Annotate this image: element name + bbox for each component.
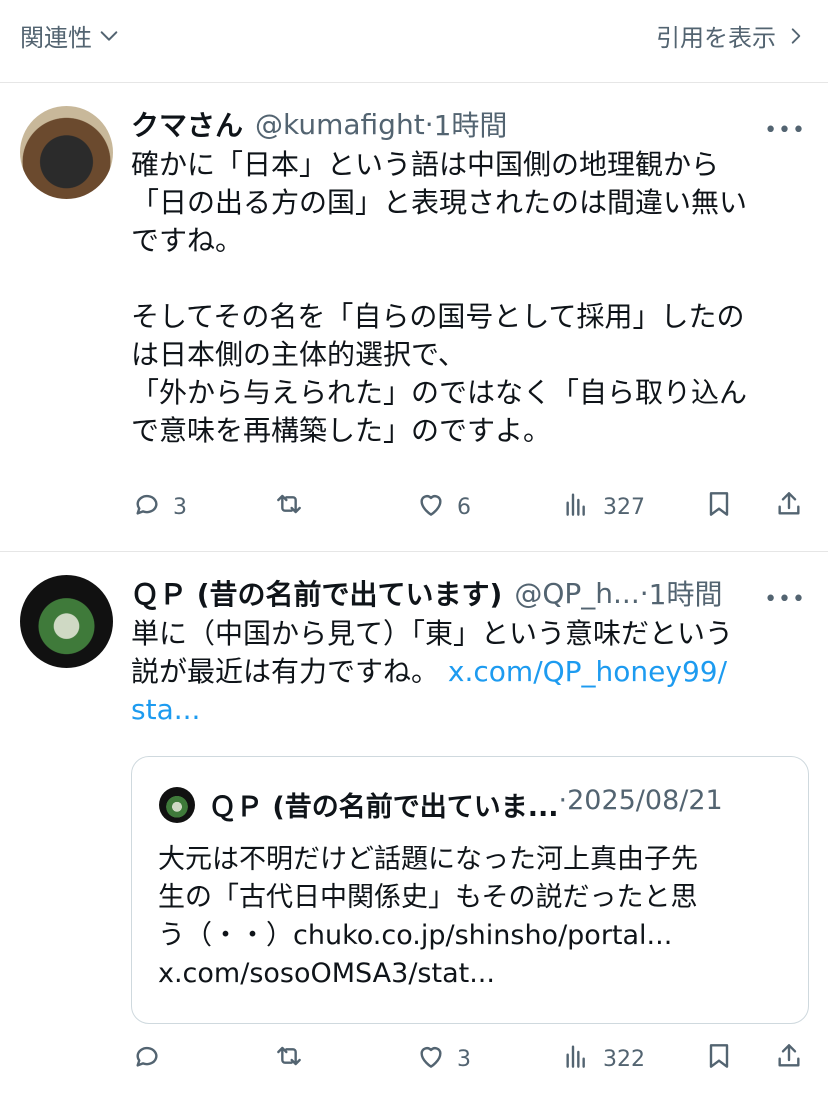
timestamp[interactable]: 1時間: [649, 573, 723, 613]
reply-icon: [131, 1040, 163, 1078]
tweet-text: 確かに「日本」という語は中国側の地理観から 「日の出る方の国」と表現されたのは間…: [131, 148, 748, 447]
share-button[interactable]: [773, 1040, 805, 1078]
share-icon: [773, 1040, 805, 1078]
bookmark-button[interactable]: [703, 488, 735, 526]
like-icon: [415, 1040, 447, 1078]
separator-dot: ·: [424, 107, 434, 141]
like-button[interactable]: 6: [415, 488, 471, 526]
share-icon: [773, 488, 805, 526]
show-quotes-link[interactable]: 引用を表示: [656, 18, 806, 53]
reply-button[interactable]: 3: [131, 488, 187, 526]
author-handle[interactable]: @QP_h...: [514, 577, 639, 610]
share-button[interactable]: [773, 488, 805, 526]
conversation-header: 関連性 引用を表示: [0, 0, 828, 83]
quote-date: ·2025/08/21: [558, 785, 723, 816]
bookmark-icon: [703, 1040, 735, 1078]
like-count: 3: [457, 1046, 471, 1072]
avatar[interactable]: [20, 575, 113, 668]
separator-dot: ·: [639, 576, 649, 610]
reply-count: 3: [173, 494, 187, 520]
retweet-icon: [273, 1040, 305, 1078]
views-icon: [561, 488, 593, 526]
reply-tweet[interactable]: クマさん @kumafight · 1時間 ••• 確かに「日本」という語は中国…: [0, 84, 828, 552]
chevron-down-icon: [98, 25, 120, 47]
views-button[interactable]: 327: [561, 488, 645, 526]
action-bar: 3 322: [131, 1040, 811, 1080]
quote-avatar: [159, 787, 195, 823]
action-bar: 3 6 327: [131, 488, 811, 528]
tweet-text: 単に（中国から見て）「東」という意味だという 説が最近は有力ですね。 x.com…: [131, 615, 801, 729]
sort-filter-button[interactable]: 関連性: [20, 18, 120, 53]
tweet-header: ＱＰ (昔の名前で出ています) @QP_h... · 1時間: [131, 573, 808, 613]
author-handle[interactable]: @kumafight: [255, 108, 425, 141]
views-icon: [561, 1040, 593, 1078]
quoted-tweet[interactable]: ＱＰ (昔の名前で出ていま... ·2025/08/21 大元は不明だけど話題に…: [131, 756, 809, 1024]
like-icon: [415, 488, 447, 526]
bookmark-button[interactable]: [703, 1040, 735, 1078]
tweet-header: クマさん @kumafight · 1時間: [131, 104, 808, 144]
reply-button[interactable]: [131, 1040, 173, 1078]
avatar[interactable]: [20, 106, 113, 199]
show-quotes-label: 引用を表示: [656, 24, 776, 52]
views-count: 327: [603, 494, 645, 520]
like-count: 6: [457, 494, 471, 520]
sort-filter-label: 関連性: [20, 24, 92, 52]
retweet-button[interactable]: [273, 488, 315, 526]
retweet-button[interactable]: [273, 1040, 315, 1078]
timestamp[interactable]: 1時間: [434, 104, 508, 144]
reply-tweet[interactable]: ＱＰ (昔の名前で出ています) @QP_h... · 1時間 ••• 単に（中国…: [0, 553, 828, 1100]
reply-icon: [131, 488, 163, 526]
bookmark-icon: [703, 488, 735, 526]
like-button[interactable]: 3: [415, 1040, 471, 1078]
quote-text: 大元は不明だけど話題になった河上真由子先 生の「古代日中関係史」もその説だったと…: [158, 844, 698, 989]
author-name[interactable]: クマさん: [131, 104, 243, 144]
more-icon[interactable]: •••: [764, 118, 806, 143]
chevron-right-icon: [786, 25, 806, 47]
author-name[interactable]: ＱＰ (昔の名前で出ています): [131, 573, 502, 613]
retweet-icon: [273, 488, 305, 526]
quote-author-name: ＱＰ (昔の名前で出ていま...: [209, 792, 559, 823]
more-icon[interactable]: •••: [764, 587, 806, 612]
views-count: 322: [603, 1046, 645, 1072]
views-button[interactable]: 322: [561, 1040, 645, 1078]
quote-header: ＱＰ (昔の名前で出ていま... ·2025/08/21: [209, 785, 723, 824]
